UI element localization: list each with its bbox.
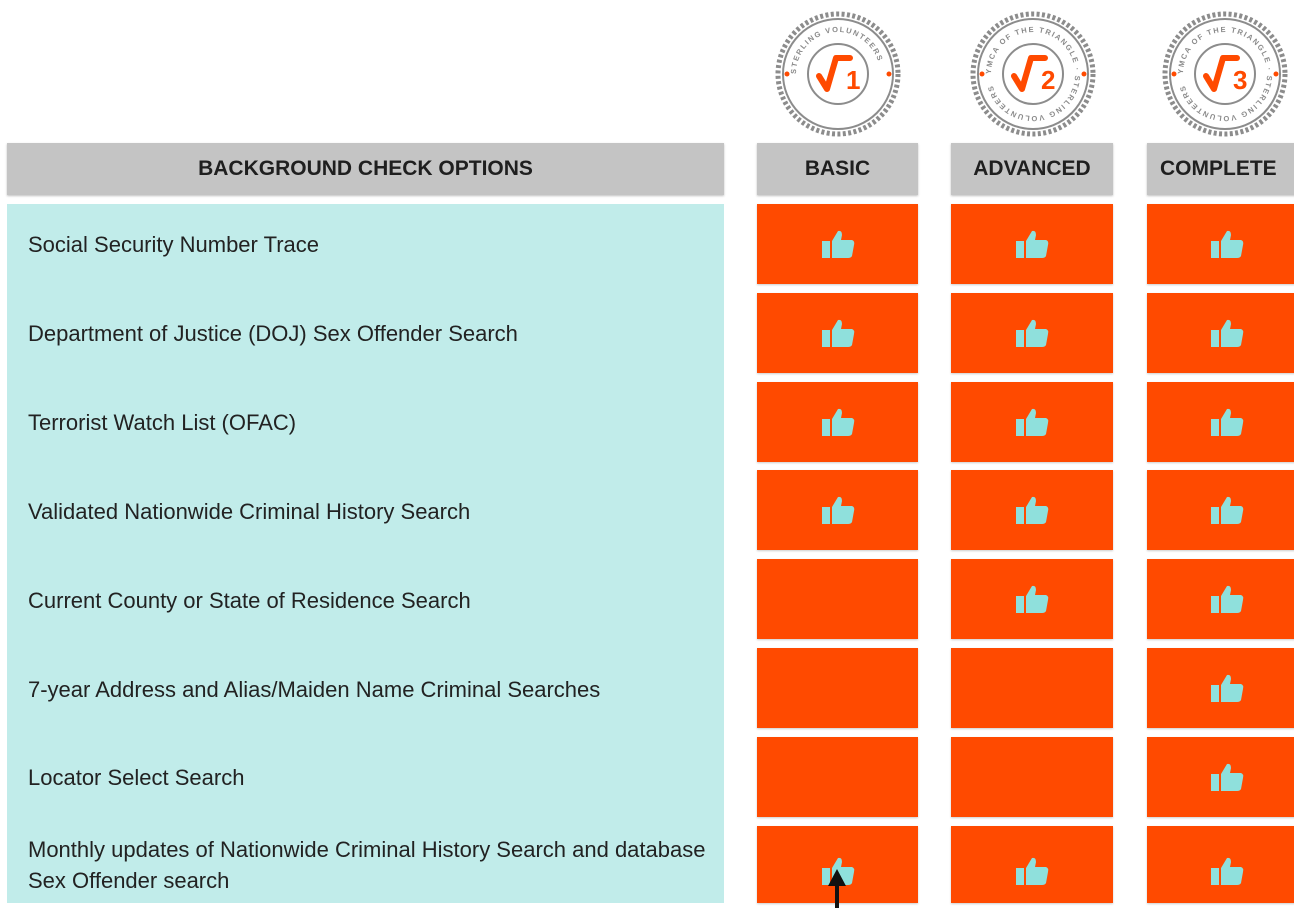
- cell-advanced: [951, 382, 1113, 462]
- option-label: Validated Nationwide Criminal History Se…: [28, 499, 471, 524]
- thumbs-up-icon: [1211, 496, 1244, 524]
- thumbs-up-icon: [821, 230, 854, 258]
- header-advanced: ADVANCED: [951, 143, 1113, 195]
- option-label: Locator Select Search: [28, 765, 245, 790]
- cursor-arrow-icon: [828, 869, 846, 908]
- cell-basic: [757, 204, 918, 284]
- thumbs-up-icon: [1016, 857, 1049, 885]
- badge-number: 2: [1041, 65, 1055, 95]
- cell-advanced: [951, 293, 1113, 373]
- cell-advanced: [951, 648, 1113, 728]
- cell-advanced: [951, 559, 1113, 639]
- thumbs-up-icon: [1016, 408, 1049, 436]
- cell-advanced: [951, 737, 1113, 817]
- thumbs-up-icon: [1016, 230, 1049, 258]
- thumbs-up-icon: [1016, 496, 1049, 524]
- cell-basic: [757, 293, 918, 373]
- thumbs-up-icon: [821, 408, 854, 436]
- option-label: Current County or State of Residence Sea…: [28, 588, 471, 613]
- cell-complete: [1147, 382, 1294, 462]
- cell-advanced: [951, 470, 1113, 550]
- header-basic: BASIC: [757, 143, 918, 195]
- cell-basic: [757, 559, 918, 639]
- cell-basic: [757, 648, 918, 728]
- option-label: Department of Justice (DOJ) Sex Offender…: [28, 321, 518, 346]
- thumbs-up-icon: [1211, 585, 1244, 613]
- badge-3: YMCA OF THE TRIANGLE · STERLING VOLUNTEE…: [1161, 10, 1289, 138]
- cell-advanced: [951, 204, 1113, 284]
- checkmark-seal-icon: YMCA OF THE TRIANGLE · STERLING VOLUNTEE…: [970, 11, 1096, 137]
- header-complete: COMPLETE: [1147, 143, 1294, 195]
- cell-complete: [1147, 470, 1294, 550]
- cell-advanced: [951, 826, 1113, 903]
- thumbs-up-icon: [821, 496, 854, 524]
- cell-complete: [1147, 737, 1294, 817]
- badge-number: 1: [846, 65, 860, 95]
- thumbs-up-icon: [1211, 763, 1244, 791]
- cell-basic: [757, 382, 918, 462]
- thumbs-up-icon: [1016, 319, 1049, 347]
- thumbs-up-icon: [1211, 674, 1244, 702]
- badge-1: STERLING VOLUNTEERS 1: [774, 10, 902, 138]
- cell-basic: [757, 470, 918, 550]
- thumbs-up-icon: [1016, 585, 1049, 613]
- cell-complete: [1147, 293, 1294, 373]
- cell-complete: [1147, 648, 1294, 728]
- thumbs-up-icon: [821, 319, 854, 347]
- checkmark-seal-icon: STERLING VOLUNTEERS1: [775, 11, 901, 137]
- option-label: Social Security Number Trace: [28, 232, 319, 257]
- thumbs-up-icon: [1211, 408, 1244, 436]
- option-label: Monthly updates of Nationwide Criminal H…: [28, 837, 706, 893]
- options-panel: [7, 204, 724, 903]
- thumbs-up-icon: [1211, 230, 1244, 258]
- option-label: Terrorist Watch List (OFAC): [28, 410, 297, 435]
- option-label: 7-year Address and Alias/Maiden Name Cri…: [28, 677, 601, 702]
- cell-basic: [757, 737, 918, 817]
- badge-2: YMCA OF THE TRIANGLE · STERLING VOLUNTEE…: [969, 10, 1097, 138]
- cell-complete: [1147, 559, 1294, 639]
- header-background-check-options: BACKGROUND CHECK OPTIONS: [7, 143, 724, 195]
- cell-complete: [1147, 826, 1294, 903]
- cell-complete: [1147, 204, 1294, 284]
- thumbs-up-icon: [1211, 857, 1244, 885]
- badge-number: 3: [1233, 65, 1247, 95]
- thumbs-up-icon: [1211, 319, 1244, 347]
- cropped-page-title: [0, 0, 1294, 28]
- checkmark-seal-icon: YMCA OF THE TRIANGLE · STERLING VOLUNTEE…: [1162, 11, 1288, 137]
